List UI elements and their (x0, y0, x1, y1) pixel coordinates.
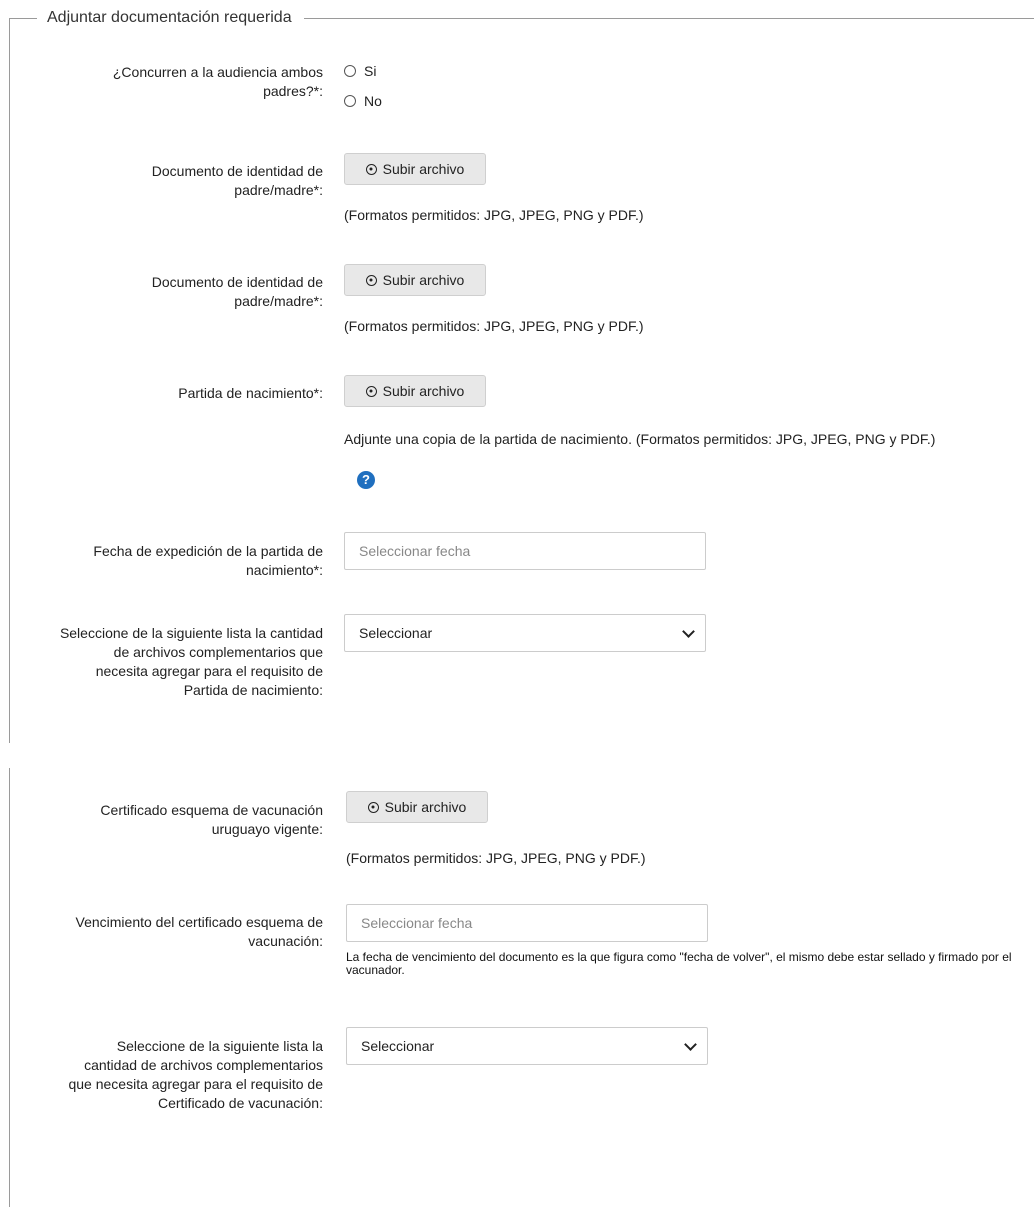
radio-circle[interactable] (344, 65, 356, 77)
upload-button-birth-cert[interactable]: Subir archivo (344, 375, 486, 407)
vaccine-cert-hint: (Formatos permitidos: JPG, JPEG, PNG y P… (346, 850, 646, 866)
vaccine-expiry-hint: La fecha de vencimiento del documento es… (346, 950, 1012, 977)
upload-button-id-doc-1[interactable]: Subir archivo (344, 153, 486, 185)
id-doc-2-hint: (Formatos permitidos: JPG, JPEG, PNG y P… (344, 318, 644, 334)
upload-circle-icon (365, 274, 377, 286)
vaccine-expiry-input[interactable]: Seleccionar fecha (346, 904, 708, 942)
parents-label: ¿Concurren a la audiencia ambos padres?*… (112, 64, 323, 99)
birth-cert-date-input[interactable]: Seleccionar fecha (344, 532, 706, 570)
vaccine-cert-label: Certificado esquema de vacunación urugua… (100, 802, 323, 837)
upload-button-label: Subir archivo (382, 272, 465, 288)
id-doc-2-label: Documento de identidad de padre/madre*: (151, 274, 323, 309)
section-title: Adjuntar documentación requerida (37, 7, 304, 29)
upload-button-vaccine-cert[interactable]: Subir archivo (346, 791, 488, 823)
birth-cert-extra-select[interactable]: Seleccionar (344, 614, 706, 652)
upload-circle-icon (365, 163, 377, 175)
question-mark-icon[interactable]: ? (357, 471, 375, 489)
radio-no-label: No (364, 93, 382, 109)
select-value: Seleccionar (359, 625, 433, 641)
chevron-down-icon (682, 625, 695, 638)
vaccine-extra-label: Seleccione de la siguiente lista la cant… (68, 1038, 323, 1111)
birth-cert-hint: Adjunte una copia de la partida de nacim… (344, 431, 936, 447)
id-doc-1-hint: (Formatos permitidos: JPG, JPEG, PNG y P… (344, 207, 644, 223)
upload-circle-icon (367, 801, 379, 813)
radio-circle[interactable] (344, 95, 356, 107)
upload-button-label: Subir archivo (384, 799, 467, 815)
radio-si-label: Si (364, 63, 377, 79)
birth-cert-extra-label: Seleccione de la siguiente lista la cant… (59, 625, 323, 698)
radio-si[interactable]: Si (344, 63, 376, 79)
id-doc-1-label: Documento de identidad de padre/madre*: (151, 163, 323, 198)
vaccine-extra-select[interactable]: Seleccionar (346, 1027, 708, 1065)
vaccine-expiry-label: Vencimiento del certificado esquema de v… (75, 914, 323, 949)
upload-circle-icon (365, 385, 377, 397)
chevron-down-icon (684, 1038, 697, 1051)
birth-cert-label: Partida de nacimiento*: (178, 385, 323, 401)
upload-button-label: Subir archivo (382, 161, 465, 177)
upload-button-id-doc-2[interactable]: Subir archivo (344, 264, 486, 296)
select-value: Seleccionar (361, 1038, 435, 1054)
birth-cert-date-label: Fecha de expedición de la partida de nac… (93, 543, 323, 578)
radio-no[interactable]: No (344, 93, 382, 109)
fieldset-border-left (9, 18, 10, 743)
upload-button-label: Subir archivo (382, 383, 465, 399)
fieldset-border-left (9, 768, 10, 1207)
